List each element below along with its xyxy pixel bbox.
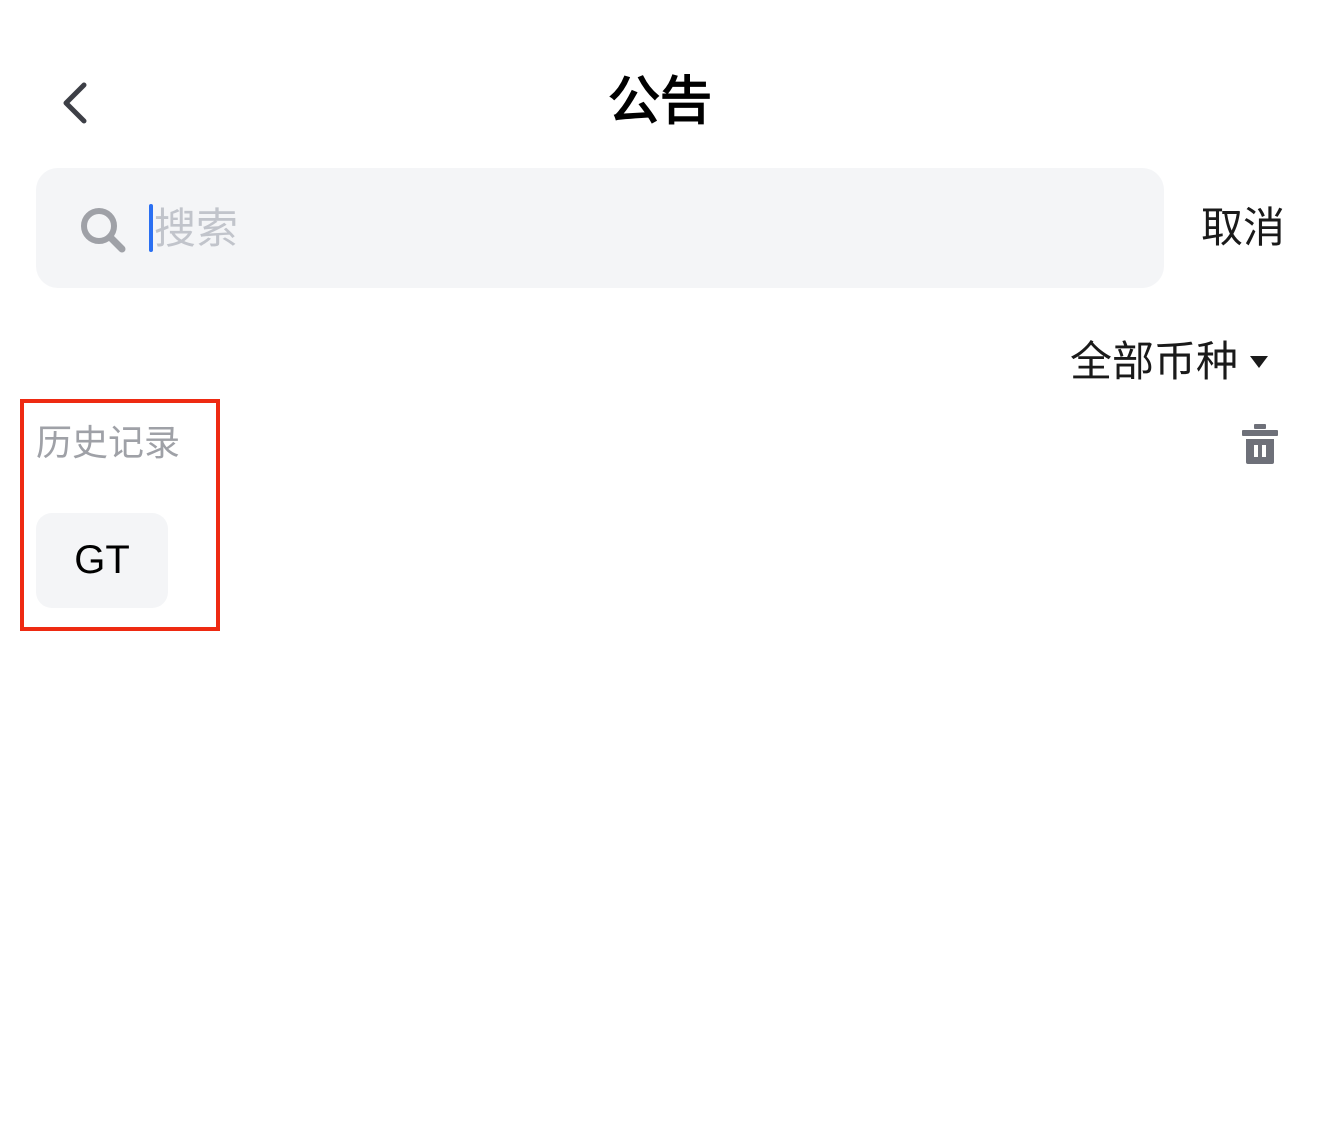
- currency-filter-label: 全部币种: [1070, 337, 1239, 386]
- history-title: 历史记录: [36, 423, 181, 464]
- search-icon: [81, 208, 126, 253]
- trash-icon[interactable]: [1236, 420, 1284, 468]
- currency-filter-dropdown[interactable]: 全部币种: [1070, 332, 1270, 392]
- header-bar: 公告: [0, 0, 1320, 168]
- page-title: 公告: [607, 72, 712, 132]
- text-cursor: [149, 204, 153, 252]
- caret-down-icon: [1250, 356, 1269, 368]
- search-input[interactable]: [150, 196, 1144, 260]
- history-item[interactable]: GT: [36, 513, 168, 608]
- cancel-button[interactable]: 取消: [1188, 196, 1298, 260]
